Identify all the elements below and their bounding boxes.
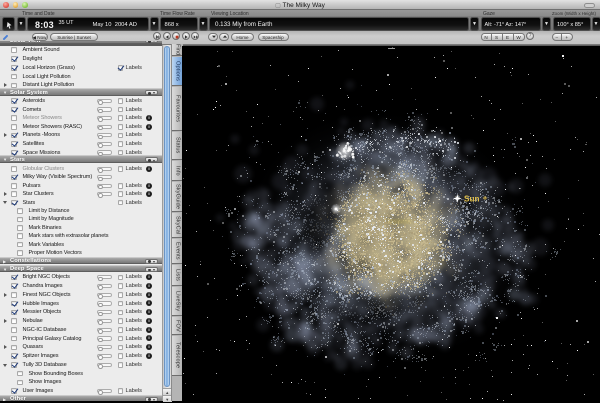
- svg-text:Sun: Sun: [464, 195, 479, 204]
